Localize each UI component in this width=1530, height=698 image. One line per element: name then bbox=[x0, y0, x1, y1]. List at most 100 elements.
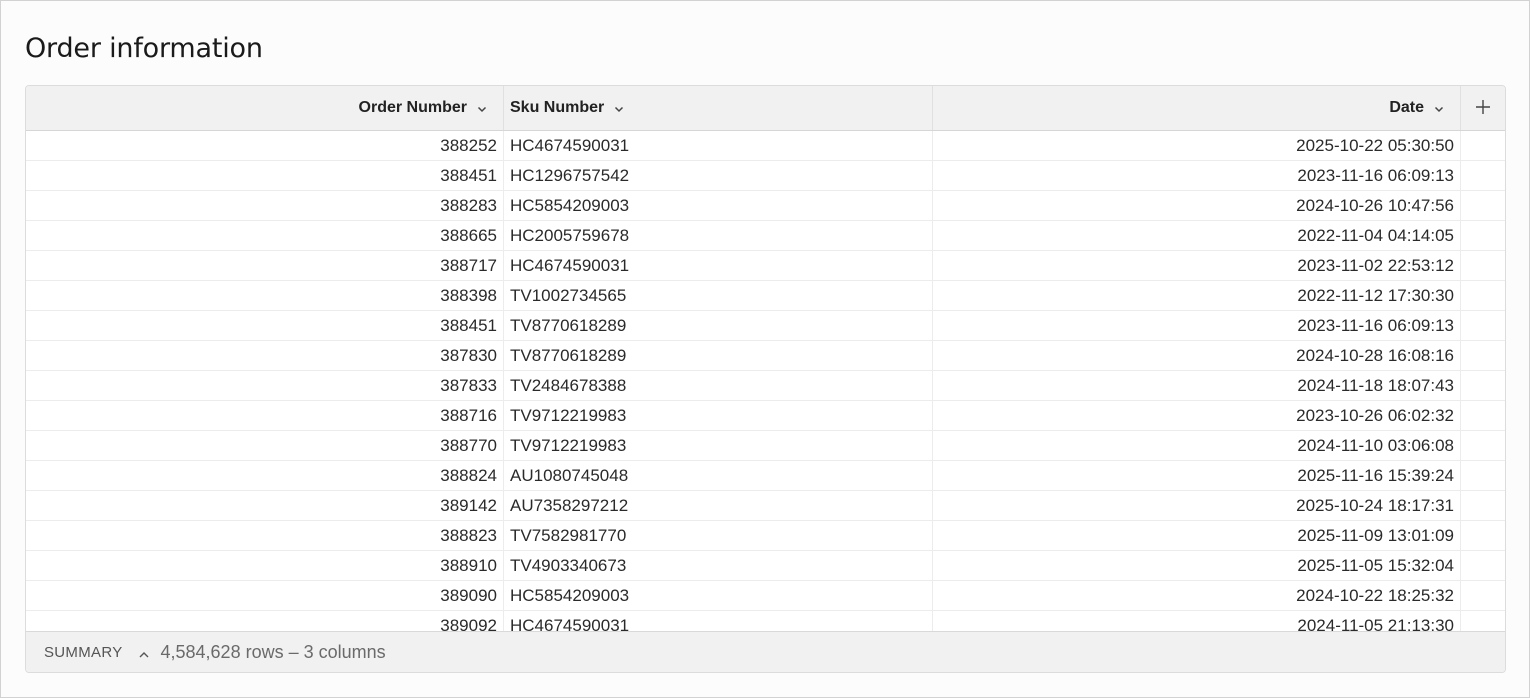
cell-sku-number[interactable]: AU1080745048 bbox=[504, 461, 933, 490]
cell-empty bbox=[1461, 311, 1505, 340]
cell-order-number[interactable]: 389092 bbox=[26, 611, 504, 631]
cell-order-number[interactable]: 388910 bbox=[26, 551, 504, 580]
cell-order-number[interactable]: 388716 bbox=[26, 401, 504, 430]
cell-sku-number[interactable]: HC4674590031 bbox=[504, 611, 933, 631]
column-header-label: Sku Number bbox=[510, 99, 605, 116]
table-row[interactable]: 388451 TV8770618289 2023-11-16 06:09:13 bbox=[26, 311, 1505, 341]
cell-sku-number[interactable]: HC4674590031 bbox=[504, 251, 933, 280]
table-row[interactable]: 388716 TV9712219983 2023-10-26 06:02:32 bbox=[26, 401, 1505, 431]
cell-order-number[interactable]: 388451 bbox=[26, 311, 504, 340]
chevron-down-icon[interactable] bbox=[612, 102, 626, 116]
cell-order-number[interactable]: 388398 bbox=[26, 281, 504, 310]
cell-date[interactable]: 2022-11-04 04:14:05 bbox=[933, 221, 1461, 250]
table-header: Order Number Sku Number Date bbox=[26, 86, 1505, 131]
table-row[interactable]: 388398 TV1002734565 2022-11-12 17:30:30 bbox=[26, 281, 1505, 311]
cell-date[interactable]: 2024-11-10 03:06:08 bbox=[933, 431, 1461, 460]
cell-order-number[interactable]: 389090 bbox=[26, 581, 504, 610]
cell-sku-number[interactable]: HC1296757542 bbox=[504, 161, 933, 190]
table-row[interactable]: 388451 HC1296757542 2023-11-16 06:09:13 bbox=[26, 161, 1505, 191]
cell-date[interactable]: 2025-11-09 13:01:09 bbox=[933, 521, 1461, 550]
cell-order-number[interactable]: 388283 bbox=[26, 191, 504, 220]
page-title: Order information bbox=[25, 33, 263, 64]
chevron-up-icon[interactable] bbox=[137, 646, 151, 660]
cell-empty bbox=[1461, 611, 1505, 631]
summary-label[interactable]: SUMMARY bbox=[44, 644, 123, 661]
table-body: 388252 HC4674590031 2025-10-22 05:30:50 388… bbox=[26, 131, 1505, 631]
cell-order-number[interactable]: 387833 bbox=[26, 371, 504, 400]
cell-empty bbox=[1461, 461, 1505, 490]
cell-sku-number[interactable]: TV1002734565 bbox=[504, 281, 933, 310]
cell-sku-number[interactable]: TV9712219983 bbox=[504, 401, 933, 430]
table-row[interactable]: 388770 TV9712219983 2024-11-10 03:06:08 bbox=[26, 431, 1505, 461]
cell-date[interactable]: 2023-11-02 22:53:12 bbox=[933, 251, 1461, 280]
add-column-button[interactable] bbox=[1461, 86, 1505, 130]
cell-date[interactable]: 2025-10-22 05:30:50 bbox=[933, 131, 1461, 160]
cell-order-number[interactable]: 388770 bbox=[26, 431, 504, 460]
cell-date[interactable]: 2022-11-12 17:30:30 bbox=[933, 281, 1461, 310]
table-row[interactable]: 388823 TV7582981770 2025-11-09 13:01:09 bbox=[26, 521, 1505, 551]
cell-empty bbox=[1461, 191, 1505, 220]
table-row[interactable]: 387830 TV8770618289 2024-10-28 16:08:16 bbox=[26, 341, 1505, 371]
cell-sku-number[interactable]: HC2005759678 bbox=[504, 221, 933, 250]
table-row[interactable]: 389092 HC4674590031 2024-11-05 21:13:30 bbox=[26, 611, 1505, 631]
cell-date[interactable]: 2024-10-28 16:08:16 bbox=[933, 341, 1461, 370]
cell-order-number[interactable]: 387830 bbox=[26, 341, 504, 370]
data-table: Order Number Sku Number Date 388252 HC46… bbox=[25, 85, 1506, 673]
table-row[interactable]: 388910 TV4903340673 2025-11-05 15:32:04 bbox=[26, 551, 1505, 581]
cell-date[interactable]: 2025-11-16 15:39:24 bbox=[933, 461, 1461, 490]
table-row[interactable]: 388824 AU1080745048 2025-11-16 15:39:24 bbox=[26, 461, 1505, 491]
cell-empty bbox=[1461, 131, 1505, 160]
cell-sku-number[interactable]: HC4674590031 bbox=[504, 131, 933, 160]
cell-empty bbox=[1461, 551, 1505, 580]
cell-order-number[interactable]: 388823 bbox=[26, 521, 504, 550]
cell-date[interactable]: 2024-10-26 10:47:56 bbox=[933, 191, 1461, 220]
cell-order-number[interactable]: 388665 bbox=[26, 221, 504, 250]
cell-empty bbox=[1461, 401, 1505, 430]
cell-date[interactable]: 2025-10-24 18:17:31 bbox=[933, 491, 1461, 520]
cell-date[interactable]: 2023-10-26 06:02:32 bbox=[933, 401, 1461, 430]
table-row[interactable]: 388717 HC4674590031 2023-11-02 22:53:12 bbox=[26, 251, 1505, 281]
cell-sku-number[interactable]: HC5854209003 bbox=[504, 191, 933, 220]
cell-order-number[interactable]: 389142 bbox=[26, 491, 504, 520]
cell-sku-number[interactable]: AU7358297212 bbox=[504, 491, 933, 520]
cell-empty bbox=[1461, 431, 1505, 460]
table-row[interactable]: 389142 AU7358297212 2025-10-24 18:17:31 bbox=[26, 491, 1505, 521]
summary-info: 4,584,628 rows – 3 columns bbox=[160, 642, 386, 662]
cell-date[interactable]: 2024-10-22 18:25:32 bbox=[933, 581, 1461, 610]
cell-sku-number[interactable]: HC5854209003 bbox=[504, 581, 933, 610]
column-header-label: Order Number bbox=[358, 99, 467, 116]
cell-sku-number[interactable]: TV4903340673 bbox=[504, 551, 933, 580]
column-header-date[interactable]: Date bbox=[933, 86, 1461, 130]
column-header-sku-number[interactable]: Sku Number bbox=[504, 86, 933, 130]
page-frame: Order information Order Number Sku Numbe… bbox=[0, 0, 1530, 698]
cell-sku-number[interactable]: TV8770618289 bbox=[504, 311, 933, 340]
cell-sku-number[interactable]: TV8770618289 bbox=[504, 341, 933, 370]
table-row[interactable]: 388283 HC5854209003 2024-10-26 10:47:56 bbox=[26, 191, 1505, 221]
cell-order-number[interactable]: 388252 bbox=[26, 131, 504, 160]
cell-empty bbox=[1461, 161, 1505, 190]
cell-empty bbox=[1461, 341, 1505, 370]
cell-date[interactable]: 2023-11-16 06:09:13 bbox=[933, 161, 1461, 190]
cell-empty bbox=[1461, 371, 1505, 400]
table-row[interactable]: 388252 HC4674590031 2025-10-22 05:30:50 bbox=[26, 131, 1505, 161]
table-row[interactable]: 388665 HC2005759678 2022-11-04 04:14:05 bbox=[26, 221, 1505, 251]
column-header-order-number[interactable]: Order Number bbox=[26, 86, 504, 130]
cell-date[interactable]: 2024-11-18 18:07:43 bbox=[933, 371, 1461, 400]
cell-date[interactable]: 2025-11-05 15:32:04 bbox=[933, 551, 1461, 580]
summary-bar: SUMMARY 4,584,628 rows – 3 columns bbox=[26, 631, 1505, 672]
cell-order-number[interactable]: 388824 bbox=[26, 461, 504, 490]
chevron-down-icon[interactable] bbox=[1432, 102, 1446, 116]
cell-empty bbox=[1461, 581, 1505, 610]
table-row[interactable]: 389090 HC5854209003 2024-10-22 18:25:32 bbox=[26, 581, 1505, 611]
cell-empty bbox=[1461, 251, 1505, 280]
cell-empty bbox=[1461, 521, 1505, 550]
cell-sku-number[interactable]: TV7582981770 bbox=[504, 521, 933, 550]
table-row[interactable]: 387833 TV2484678388 2024-11-18 18:07:43 bbox=[26, 371, 1505, 401]
cell-order-number[interactable]: 388451 bbox=[26, 161, 504, 190]
cell-order-number[interactable]: 388717 bbox=[26, 251, 504, 280]
cell-date[interactable]: 2023-11-16 06:09:13 bbox=[933, 311, 1461, 340]
cell-sku-number[interactable]: TV9712219983 bbox=[504, 431, 933, 460]
cell-sku-number[interactable]: TV2484678388 bbox=[504, 371, 933, 400]
cell-date[interactable]: 2024-11-05 21:13:30 bbox=[933, 611, 1461, 631]
chevron-down-icon[interactable] bbox=[475, 102, 489, 116]
